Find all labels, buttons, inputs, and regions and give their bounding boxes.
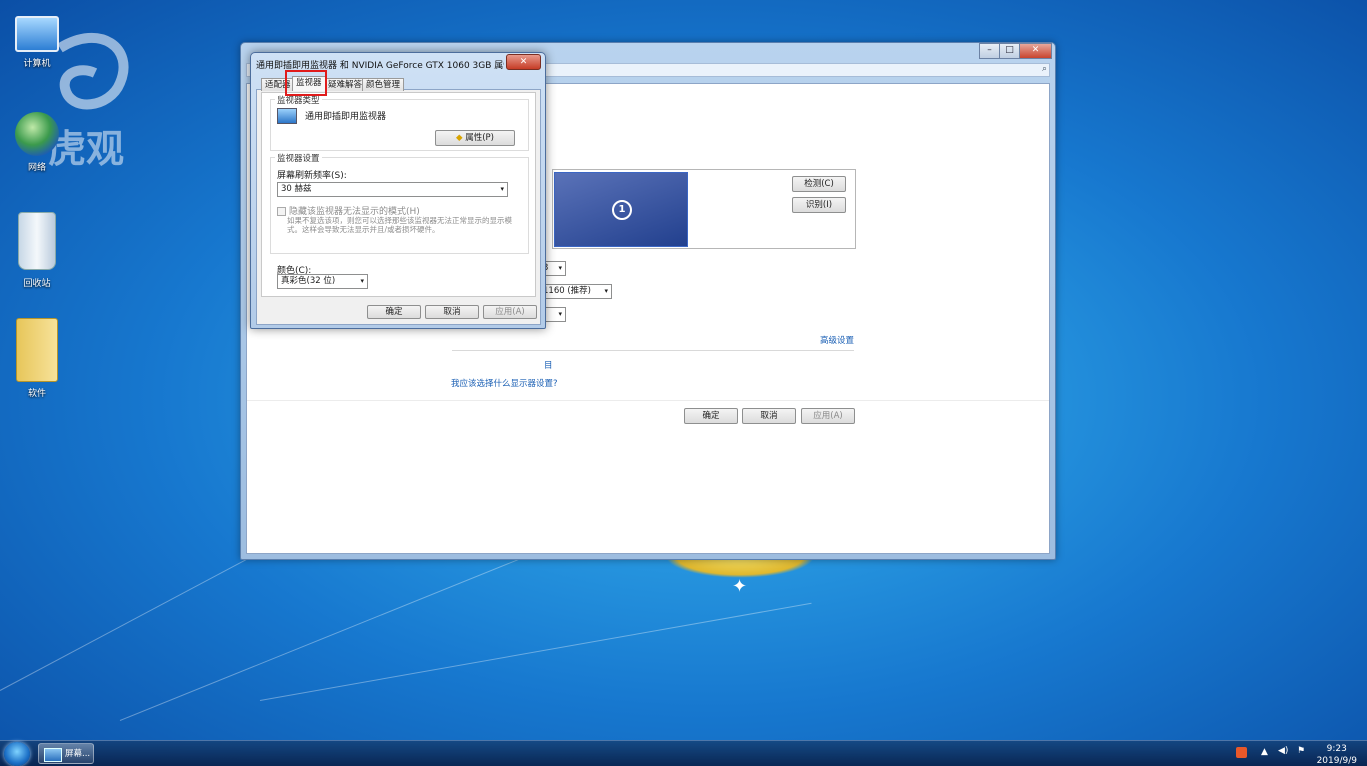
monitor-type-group: 监视器类型 通用即插即用监视器 ◆ 属性(P) (270, 94, 529, 151)
cancel-button[interactable]: 取消 (742, 408, 796, 424)
action-center-icon[interactable]: ⚑ (1297, 746, 1305, 756)
resolution-combo[interactable]: 1160 (推荐) ▾ (539, 284, 612, 299)
dropdown-arrow-icon: ▾ (558, 310, 562, 318)
clock-date: 2019/9/9 (1316, 756, 1357, 766)
monitor-icon (277, 108, 297, 124)
refresh-rate-value: 30 赫兹 (281, 184, 312, 194)
dropdown-arrow-icon: ▾ (360, 277, 364, 285)
clock-time: 9:23 (1326, 744, 1347, 754)
ok-button[interactable]: 确定 (684, 408, 738, 424)
folder-icon (16, 318, 58, 382)
refresh-rate-label: 屏幕刷新频率(S): (277, 171, 347, 181)
properties-button[interactable]: ◆ 属性(P) (435, 130, 515, 146)
desktop-icon-label: 回收站 (23, 279, 51, 289)
dialog-cancel-button[interactable]: 取消 (425, 305, 479, 319)
dialog-body: 适配器 监视器 疑难解答 颜色管理 监视器类型 通用即插即用监视器 ◆ 属性(P… (256, 76, 541, 325)
divider (247, 400, 1049, 401)
monitor-1-preview[interactable]: 1 (554, 172, 688, 247)
detect-button[interactable]: 检测(C) (792, 176, 846, 192)
wallpaper-streak (259, 602, 812, 701)
tab-color-management[interactable]: 颜色管理 (362, 78, 405, 91)
apply-button[interactable]: 应用(A) (801, 408, 855, 424)
properties-button-label: 属性(P) (465, 133, 494, 143)
minimize-button[interactable]: – (979, 43, 1000, 59)
desktop-icon-label: 软件 (27, 389, 46, 399)
dropdown-arrow-icon: ▾ (604, 287, 608, 295)
network-globe-icon (15, 112, 59, 156)
monitor-properties-dialog: 通用即插即用监视器 和 NVIDIA GeForce GTX 1060 3GB … (250, 52, 546, 329)
monitor-number: 1 (612, 200, 632, 220)
desktop-icon-computer[interactable]: 计算机 (5, 12, 69, 69)
refresh-rate-combo[interactable]: 30 赫兹 ▾ (277, 182, 508, 197)
dropdown-arrow-icon: ▾ (500, 185, 504, 193)
recycle-bin-icon (18, 212, 56, 270)
hide-modes-checkbox[interactable] (277, 207, 286, 216)
search-icon[interactable]: ⌕ (1042, 64, 1047, 74)
dialog-ok-button[interactable]: 确定 (367, 305, 421, 319)
divider (452, 350, 854, 351)
tab-highlight-box (285, 70, 327, 96)
desktop-icon-label: 网络 (27, 163, 46, 173)
tab-troubleshoot[interactable]: 疑难解答 (324, 78, 367, 91)
clock[interactable]: 9:23 2019/9/9 (1317, 743, 1357, 766)
wallpaper-sparkle: ✦ (732, 576, 748, 597)
group-title: 监视器设置 (275, 152, 322, 164)
close-button[interactable]: ✕ (1019, 43, 1052, 59)
maximize-button[interactable]: □ (999, 43, 1020, 59)
desktop-icon-recycle-bin[interactable]: 回收站 (5, 212, 69, 289)
color-combo-value: 真彩色(32 位) (281, 276, 336, 286)
color-combo[interactable]: 真彩色(32 位) ▾ (277, 274, 368, 289)
taskbar-item-screen-resolution[interactable]: 屏幕... (38, 743, 94, 764)
dialog-apply-button[interactable]: 应用(A) (483, 305, 537, 319)
desktop-icon-software[interactable]: 软件 (5, 318, 69, 399)
settings-link[interactable]: 目 (544, 359, 553, 371)
identify-button[interactable]: 识别(I) (792, 197, 846, 213)
taskbar: 屏幕... ▲ ◀) ⚑ 9:23 2019/9/9 (0, 740, 1367, 766)
taskbar-item-label: 屏幕... (65, 749, 91, 759)
show-hidden-icon[interactable]: ▲ (1261, 747, 1268, 757)
sogou-icon[interactable] (1236, 747, 1247, 758)
shield-icon: ◆ (455, 133, 463, 143)
help-settings-link[interactable]: 我应该选择什么显示器设置? (451, 377, 558, 389)
monitor-tab-panel: 监视器类型 通用即插即用监视器 ◆ 属性(P) 监视器设置 屏幕刷新频率(S):… (261, 92, 536, 297)
start-button[interactable] (4, 742, 30, 766)
hide-modes-note: 如果不复选该项，则您可以选择那些该监视器无法正常显示的显示模式。这样会导致无法显… (287, 216, 512, 234)
display-settings-icon (44, 748, 62, 762)
dropdown-arrow-icon: ▾ (558, 264, 562, 272)
monitor-type-name: 通用即插即用监视器 (305, 112, 387, 122)
desktop-icon-label: 计算机 (23, 59, 51, 69)
resolution-combo-value: 1160 (推荐) (543, 286, 591, 296)
desktop-icon-network[interactable]: 网络 (5, 112, 69, 173)
monitor-settings-group: 监视器设置 屏幕刷新频率(S): 30 赫兹 ▾ 隐藏该监视器无法显示的模式(H)… (270, 152, 529, 254)
computer-icon (15, 16, 59, 52)
volume-icon[interactable]: ◀) (1278, 746, 1288, 756)
dialog-close-button[interactable]: ✕ (506, 54, 541, 70)
advanced-settings-link[interactable]: 高级设置 (820, 334, 854, 346)
